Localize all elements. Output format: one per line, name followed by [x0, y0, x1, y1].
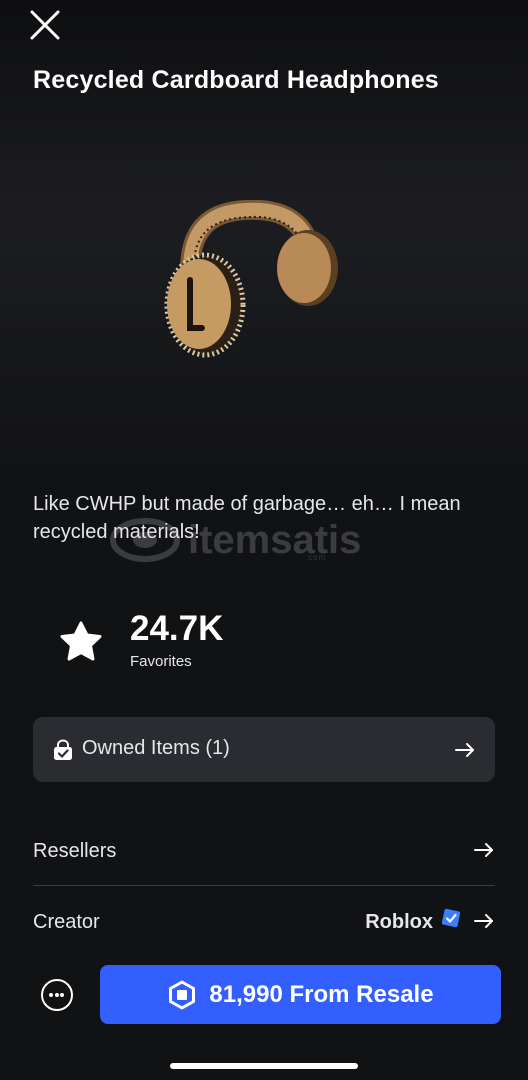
star-icon: [60, 621, 102, 661]
item-title: Recycled Cardboard Headphones: [33, 66, 439, 94]
arrow-right-icon: [474, 914, 493, 928]
resellers-label: Resellers: [33, 840, 117, 862]
shopping-bag-check-icon: [54, 739, 72, 760]
creator-row[interactable]: Creator Roblox: [33, 895, 495, 955]
arrow-right-icon: [474, 843, 493, 857]
favorites-block[interactable]: 24.7K Favorites: [58, 605, 258, 675]
buy-button-label: 81,990 From Resale: [209, 980, 434, 1008]
watermark-small-text: .com: [305, 553, 327, 562]
favorites-count: 24.7K: [130, 609, 224, 648]
watermark: itemsatis .com: [110, 515, 420, 565]
resellers-row[interactable]: Resellers: [33, 824, 495, 884]
more-icon: [49, 993, 53, 997]
more-icon: [60, 993, 64, 997]
arrow-right-icon: [455, 743, 474, 757]
more-icon: [54, 993, 59, 997]
divider: [33, 885, 495, 886]
home-indicator[interactable]: [170, 1063, 358, 1069]
favorites-label: Favorites: [130, 653, 192, 670]
watermark-text: itemsatis: [188, 517, 362, 562]
watermark-logo: [110, 518, 180, 562]
buy-from-resale-button[interactable]: 81,990 From Resale: [100, 965, 501, 1024]
close-button[interactable]: [26, 8, 64, 42]
close-icon: [30, 10, 60, 40]
verified-badge-icon: [441, 908, 461, 928]
more-options-button[interactable]: [41, 979, 73, 1011]
creator-label: Creator: [33, 911, 100, 933]
owned-items-label: Owned Items (1): [82, 737, 230, 759]
owned-items-button[interactable]: Owned Items (1): [33, 717, 495, 782]
creator-name[interactable]: Roblox: [365, 911, 433, 934]
robux-icon: [169, 980, 196, 1009]
item-thumbnail: [164, 200, 338, 358]
